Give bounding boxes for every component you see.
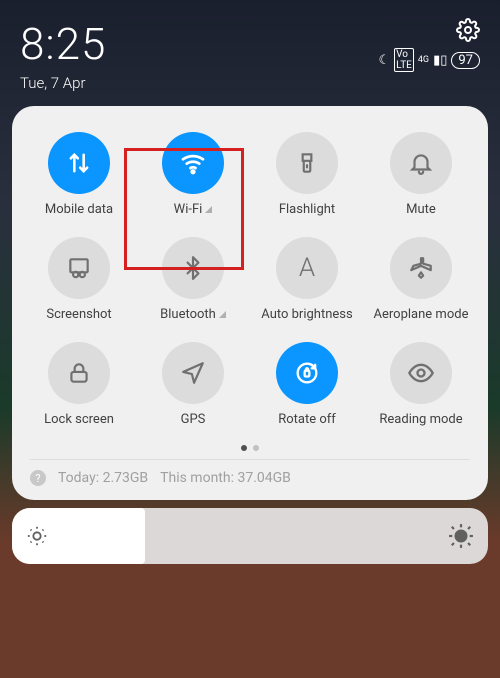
info-icon: ?: [30, 470, 46, 486]
rotate-lock-icon: [293, 359, 321, 387]
expand-icon: [219, 311, 226, 318]
tile-label: Wi-Fi: [174, 202, 203, 217]
bluetooth-icon: [180, 255, 206, 281]
tile-label: Aeroplane mode: [374, 307, 469, 322]
quick-settings-panel: Mobile data Wi-Fi Flashlight Mute Screen…: [12, 106, 488, 500]
tile-label: Mute: [406, 202, 436, 217]
tile-reading-mode[interactable]: Reading mode: [364, 334, 478, 435]
mobile-data-icon: [65, 149, 93, 177]
brightness-high-icon: [448, 523, 474, 549]
tile-screenshot[interactable]: Screenshot: [22, 229, 136, 330]
page-dot-1: [241, 445, 247, 451]
tile-mobile-data[interactable]: Mobile data: [22, 124, 136, 225]
tile-aeroplane-mode[interactable]: Aeroplane mode: [364, 229, 478, 330]
page-indicator: [22, 445, 478, 451]
tile-label: Reading mode: [379, 412, 462, 427]
tiles-grid: Mobile data Wi-Fi Flashlight Mute Screen…: [22, 124, 478, 435]
page-dot-2: [253, 445, 259, 451]
tile-label: Rotate off: [278, 412, 336, 427]
clock-date: Tue, 7 Apr: [20, 74, 106, 92]
tile-label: Bluetooth: [160, 307, 216, 322]
wifi-icon: [178, 148, 208, 178]
eye-icon: [407, 359, 435, 387]
settings-button[interactable]: [456, 18, 480, 42]
status-icons: ☾ VoLTE 4G ▮▯ 97: [379, 48, 481, 72]
tile-label: Lock screen: [44, 412, 114, 427]
status-bar: 8:25 Tue, 7 Apr ☾ VoLTE 4G ▮▯ 97: [0, 0, 500, 96]
tile-label: Screenshot: [46, 307, 111, 322]
auto-brightness-icon: A: [299, 253, 315, 283]
flashlight-icon: [294, 150, 320, 176]
screenshot-icon: [66, 255, 92, 281]
tile-gps[interactable]: GPS: [136, 334, 250, 435]
tile-label: GPS: [181, 412, 206, 427]
tile-rotate-off[interactable]: Rotate off: [250, 334, 364, 435]
usage-today: Today: 2.73GB: [58, 470, 148, 486]
tile-flashlight[interactable]: Flashlight: [250, 124, 364, 225]
bell-icon: [408, 150, 434, 176]
lock-icon: [66, 360, 92, 386]
tile-label: Auto brightness: [261, 307, 352, 322]
brightness-low-icon: [26, 525, 48, 547]
brightness-slider[interactable]: [12, 508, 488, 564]
volte-icon: VoLTE: [394, 48, 414, 72]
airplane-icon: [408, 255, 434, 281]
network-type: 4G: [418, 55, 429, 65]
tile-auto-brightness[interactable]: A Auto brightness: [250, 229, 364, 330]
tile-wifi[interactable]: Wi-Fi: [136, 124, 250, 225]
signal-icon: ▮▯: [433, 53, 447, 68]
clock-time: 8:25: [20, 18, 106, 70]
dnd-moon-icon: ☾: [379, 53, 391, 68]
expand-icon: [205, 206, 212, 213]
tile-label: Mobile data: [45, 202, 113, 217]
navigation-icon: [180, 360, 206, 386]
battery-level: 97: [451, 52, 480, 69]
tile-bluetooth[interactable]: Bluetooth: [136, 229, 250, 330]
tile-label: Flashlight: [279, 202, 335, 217]
usage-month: This month: 37.04GB: [160, 470, 291, 486]
tile-lock-screen[interactable]: Lock screen: [22, 334, 136, 435]
data-usage-row[interactable]: ? Today: 2.73GB This month: 37.04GB: [22, 460, 478, 488]
tile-mute[interactable]: Mute: [364, 124, 478, 225]
gear-icon: [456, 18, 480, 42]
